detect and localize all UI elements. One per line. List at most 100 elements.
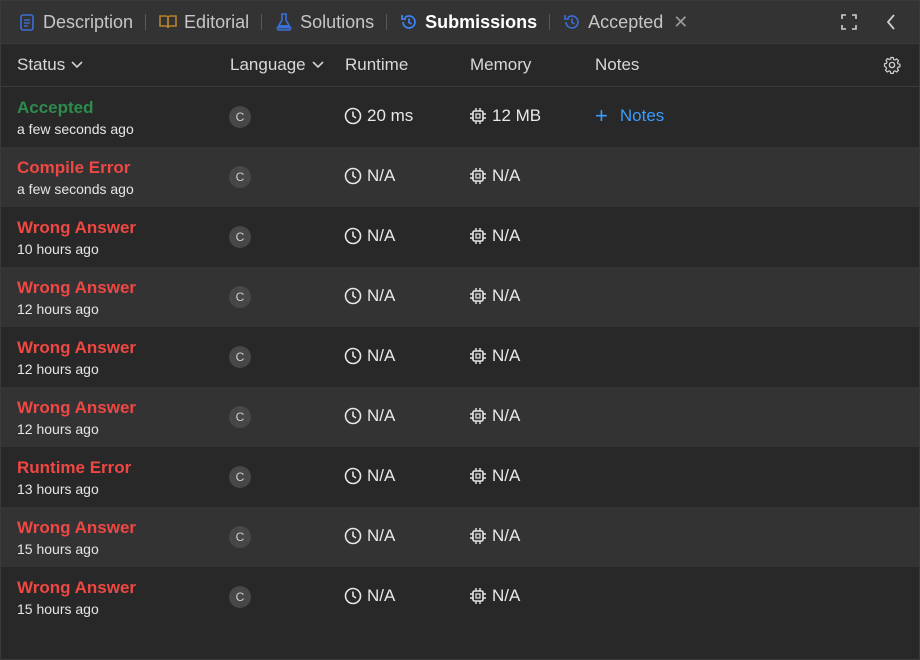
memory-value: N/A	[492, 406, 521, 425]
gear-icon[interactable]	[883, 56, 901, 74]
language-column-header[interactable]: Language	[230, 55, 324, 75]
clock-icon	[344, 287, 362, 305]
status-cell: Runtime Error 13 hours ago	[17, 458, 131, 497]
chevron-left-icon[interactable]	[881, 12, 901, 32]
status-column-header[interactable]: Status	[17, 55, 83, 75]
memory-cell: N/A	[469, 346, 520, 366]
runtime-value: N/A	[367, 466, 396, 485]
memory-cell: N/A	[469, 526, 520, 546]
tab-editorial[interactable]: Editorial	[158, 1, 249, 43]
maximize-icon[interactable]	[839, 12, 859, 32]
status-cell: Wrong Answer 10 hours ago	[17, 218, 136, 257]
runtime-cell: N/A	[344, 406, 395, 426]
chevron-down-icon	[71, 61, 83, 69]
close-icon[interactable]: ✕	[673, 12, 688, 33]
memory-column-header: Memory	[470, 55, 532, 74]
tab-label: Description	[43, 11, 134, 32]
status-cell: Wrong Answer 12 hours ago	[17, 398, 136, 437]
chevron-down-icon	[312, 61, 324, 69]
chip-icon	[469, 167, 487, 185]
clock-icon	[344, 107, 362, 125]
memory-value: N/A	[492, 586, 521, 605]
status-label[interactable]: Wrong Answer	[17, 278, 136, 298]
status-label[interactable]: Wrong Answer	[17, 518, 136, 538]
book-icon	[158, 12, 178, 32]
table-row[interactable]: Wrong Answer 10 hours ago C N/A N/A	[1, 207, 919, 267]
status-cell: Compile Error a few seconds ago	[17, 158, 134, 197]
runtime-cell: N/A	[344, 166, 395, 186]
status-label[interactable]: Wrong Answer	[17, 218, 136, 238]
tab-divider	[549, 14, 551, 30]
submission-time: 13 hours ago	[17, 481, 99, 497]
chip-icon	[469, 287, 487, 305]
tab-solutions[interactable]: Solutions	[274, 1, 374, 43]
status-cell: Wrong Answer 12 hours ago	[17, 338, 136, 377]
table-header: Status Language Runtime Memory Notes	[1, 44, 919, 87]
status-label[interactable]: Accepted	[17, 98, 134, 118]
chip-icon	[469, 107, 487, 125]
submission-time: a few seconds ago	[17, 121, 134, 137]
table-row[interactable]: Wrong Answer 12 hours ago C N/A N/A	[1, 327, 919, 387]
clock-icon	[344, 347, 362, 365]
clock-icon	[344, 467, 362, 485]
status-cell: Accepted a few seconds ago	[17, 98, 134, 137]
status-label[interactable]: Wrong Answer	[17, 578, 136, 598]
memory-value: N/A	[492, 466, 521, 485]
chip-icon	[469, 467, 487, 485]
runtime-value: N/A	[367, 226, 396, 245]
runtime-value: 20 ms	[367, 106, 414, 125]
tab-submissions[interactable]: Submissions	[399, 1, 537, 43]
status-label[interactable]: Wrong Answer	[17, 398, 136, 418]
language-badge: C	[229, 226, 251, 248]
status-cell: Wrong Answer 15 hours ago	[17, 578, 136, 617]
add-notes-button[interactable]: + Notes	[595, 105, 665, 127]
memory-cell: N/A	[469, 166, 520, 186]
tab-divider	[386, 14, 388, 30]
tab-divider	[145, 14, 147, 30]
runtime-cell: N/A	[344, 286, 395, 306]
table-row[interactable]: Wrong Answer 15 hours ago C N/A N/A	[1, 567, 919, 627]
tab-label: Solutions	[300, 11, 375, 32]
language-badge: C	[229, 286, 251, 308]
language-badge: C	[229, 586, 251, 608]
memory-value: N/A	[492, 166, 521, 185]
submission-time: 15 hours ago	[17, 541, 99, 557]
runtime-value: N/A	[367, 406, 396, 425]
language-badge: C	[229, 466, 251, 488]
status-label[interactable]: Compile Error	[17, 158, 134, 178]
memory-cell: N/A	[469, 226, 520, 246]
flask-icon	[274, 12, 294, 32]
table-row[interactable]: Compile Error a few seconds ago C N/A N/…	[1, 147, 919, 207]
language-badge: C	[229, 346, 251, 368]
memory-value: N/A	[492, 226, 521, 245]
table-row[interactable]: Runtime Error 13 hours ago C N/A N/A	[1, 447, 919, 507]
table-row[interactable]: Wrong Answer 12 hours ago C N/A N/A	[1, 267, 919, 327]
table-row[interactable]: Wrong Answer 15 hours ago C N/A N/A	[1, 507, 919, 567]
tab-description[interactable]: Description	[17, 1, 133, 43]
tab-label: Accepted	[588, 11, 664, 32]
document-icon	[17, 12, 37, 32]
notes-label: Notes	[619, 106, 665, 125]
chip-icon	[469, 527, 487, 545]
status-label[interactable]: Runtime Error	[17, 458, 131, 478]
runtime-column-header: Runtime	[345, 55, 409, 74]
runtime-cell: 20 ms	[344, 106, 413, 126]
submission-time: 12 hours ago	[17, 421, 99, 437]
language-badge: C	[229, 106, 251, 128]
clock-icon	[344, 587, 362, 605]
clock-icon	[344, 527, 362, 545]
language-badge: C	[229, 166, 251, 188]
memory-cell: N/A	[469, 466, 520, 486]
status-cell: Wrong Answer 12 hours ago	[17, 278, 136, 317]
tab-accepted[interactable]: Accepted ✕	[562, 1, 688, 43]
table-row[interactable]: Wrong Answer 12 hours ago C N/A N/A	[1, 387, 919, 447]
chip-icon	[469, 587, 487, 605]
memory-cell: N/A	[469, 286, 520, 306]
memory-value: 12 MB	[492, 106, 542, 125]
chip-icon	[469, 407, 487, 425]
history-icon	[562, 12, 582, 32]
table-row[interactable]: Accepted a few seconds ago C 20 ms 12 MB…	[1, 87, 919, 147]
memory-cell: N/A	[469, 586, 520, 606]
status-label[interactable]: Wrong Answer	[17, 338, 136, 358]
tab-divider	[261, 14, 263, 30]
